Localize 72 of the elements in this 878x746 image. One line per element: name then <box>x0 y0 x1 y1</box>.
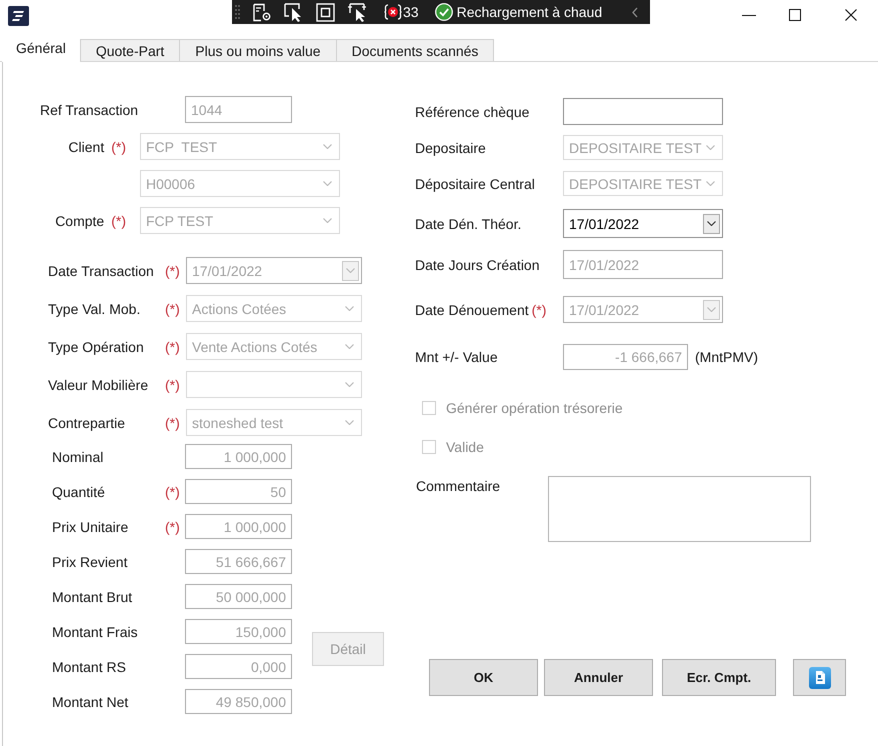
field-label: Montant Net <box>52 694 128 710</box>
chevron-down-icon <box>323 144 332 149</box>
chevron-down-icon <box>706 145 715 150</box>
required-mark: (*) <box>165 338 180 354</box>
date-picker[interactable]: 17/01/2022 <box>563 209 723 238</box>
required-mark: (*) <box>111 138 126 154</box>
field-label: Valeur Mobilière <box>48 376 148 392</box>
field-label: Nominal <box>52 448 104 464</box>
frame-icon[interactable] <box>316 2 335 22</box>
action-button[interactable]: Annuler <box>544 659 653 696</box>
comment-field[interactable] <box>548 476 811 542</box>
maximize-icon[interactable] <box>789 9 801 21</box>
field-label: Client <box>68 138 104 154</box>
field-label: Type Val. Mob. <box>48 300 140 316</box>
required-mark: (*) <box>111 212 126 228</box>
field-label: Montant Frais <box>52 624 138 640</box>
chevron-down-icon <box>345 306 354 311</box>
element-picker-icon[interactable] <box>252 2 272 22</box>
field-label: Prix Revient <box>52 554 128 570</box>
chevron-down-icon <box>345 420 354 425</box>
field-label: Prix Unitaire <box>52 518 128 534</box>
chevron-down-icon <box>323 181 332 186</box>
chevron-down-icon <box>706 181 715 186</box>
field-label: Commentaire <box>416 478 502 494</box>
required-mark: (*) <box>165 518 180 534</box>
field-label: Quantité <box>52 484 105 500</box>
cursor-icon[interactable] <box>284 2 304 22</box>
tab[interactable]: Documents scannés <box>336 39 494 61</box>
chevron-left-icon[interactable] <box>632 6 638 18</box>
field-label: Date Jours Création <box>415 256 540 272</box>
chevron-down-icon <box>345 344 354 349</box>
field-label: Date Dén. Théor. <box>415 216 522 232</box>
field-label: Montant RS <box>52 658 126 674</box>
field-label: Mnt +/- Value <box>415 349 498 365</box>
document-icon <box>808 666 830 688</box>
chevron-down-icon <box>323 218 332 223</box>
required-mark: (*) <box>165 262 180 278</box>
chevron-down-icon <box>707 221 716 226</box>
required-mark: (*) <box>165 414 180 430</box>
field-label: Date Transaction <box>48 262 154 278</box>
action-button[interactable]: Ecr. Cmpt. <box>662 659 776 696</box>
field-label: Type Opération <box>48 338 144 354</box>
required-mark: (*) <box>165 484 180 500</box>
close-icon[interactable] <box>845 9 857 21</box>
chevron-down-icon <box>346 268 355 273</box>
chevron-down-icon <box>345 382 354 387</box>
field-label: Compte <box>55 212 104 228</box>
app-logo-icon <box>8 6 29 26</box>
hot-reload-label[interactable]: Rechargement à chaud <box>456 4 602 20</box>
error-count[interactable]: 33 <box>403 4 419 20</box>
action-button[interactable]: OK <box>429 659 538 696</box>
icon-button[interactable] <box>793 659 846 696</box>
dropdown-button[interactable] <box>703 214 720 234</box>
field-label: Depositaire <box>415 140 486 156</box>
tab[interactable]: Plus ou moins value <box>180 39 337 61</box>
error-icon[interactable] <box>384 3 402 21</box>
grip-icon[interactable] <box>235 4 240 20</box>
cursor-select-icon[interactable] <box>347 2 368 22</box>
field-label: Date Dénouement <box>415 302 529 318</box>
field-label: Montant Brut <box>52 588 132 604</box>
required-mark: (*) <box>165 300 180 316</box>
field-label: Référence chèque <box>415 104 530 120</box>
field-label: Contrepartie <box>48 414 126 430</box>
tab[interactable]: Quote-Part <box>80 39 180 61</box>
required-mark: (*) <box>165 376 180 392</box>
text-field[interactable] <box>563 98 723 125</box>
unit-label: (MntPMV) <box>695 349 758 365</box>
check-circle-icon[interactable] <box>434 3 453 21</box>
field-label: Ref Transaction <box>40 102 138 118</box>
field-label: Dépositaire Central <box>415 176 535 192</box>
required-mark: (*) <box>532 302 546 318</box>
chevron-down-icon <box>707 307 716 312</box>
